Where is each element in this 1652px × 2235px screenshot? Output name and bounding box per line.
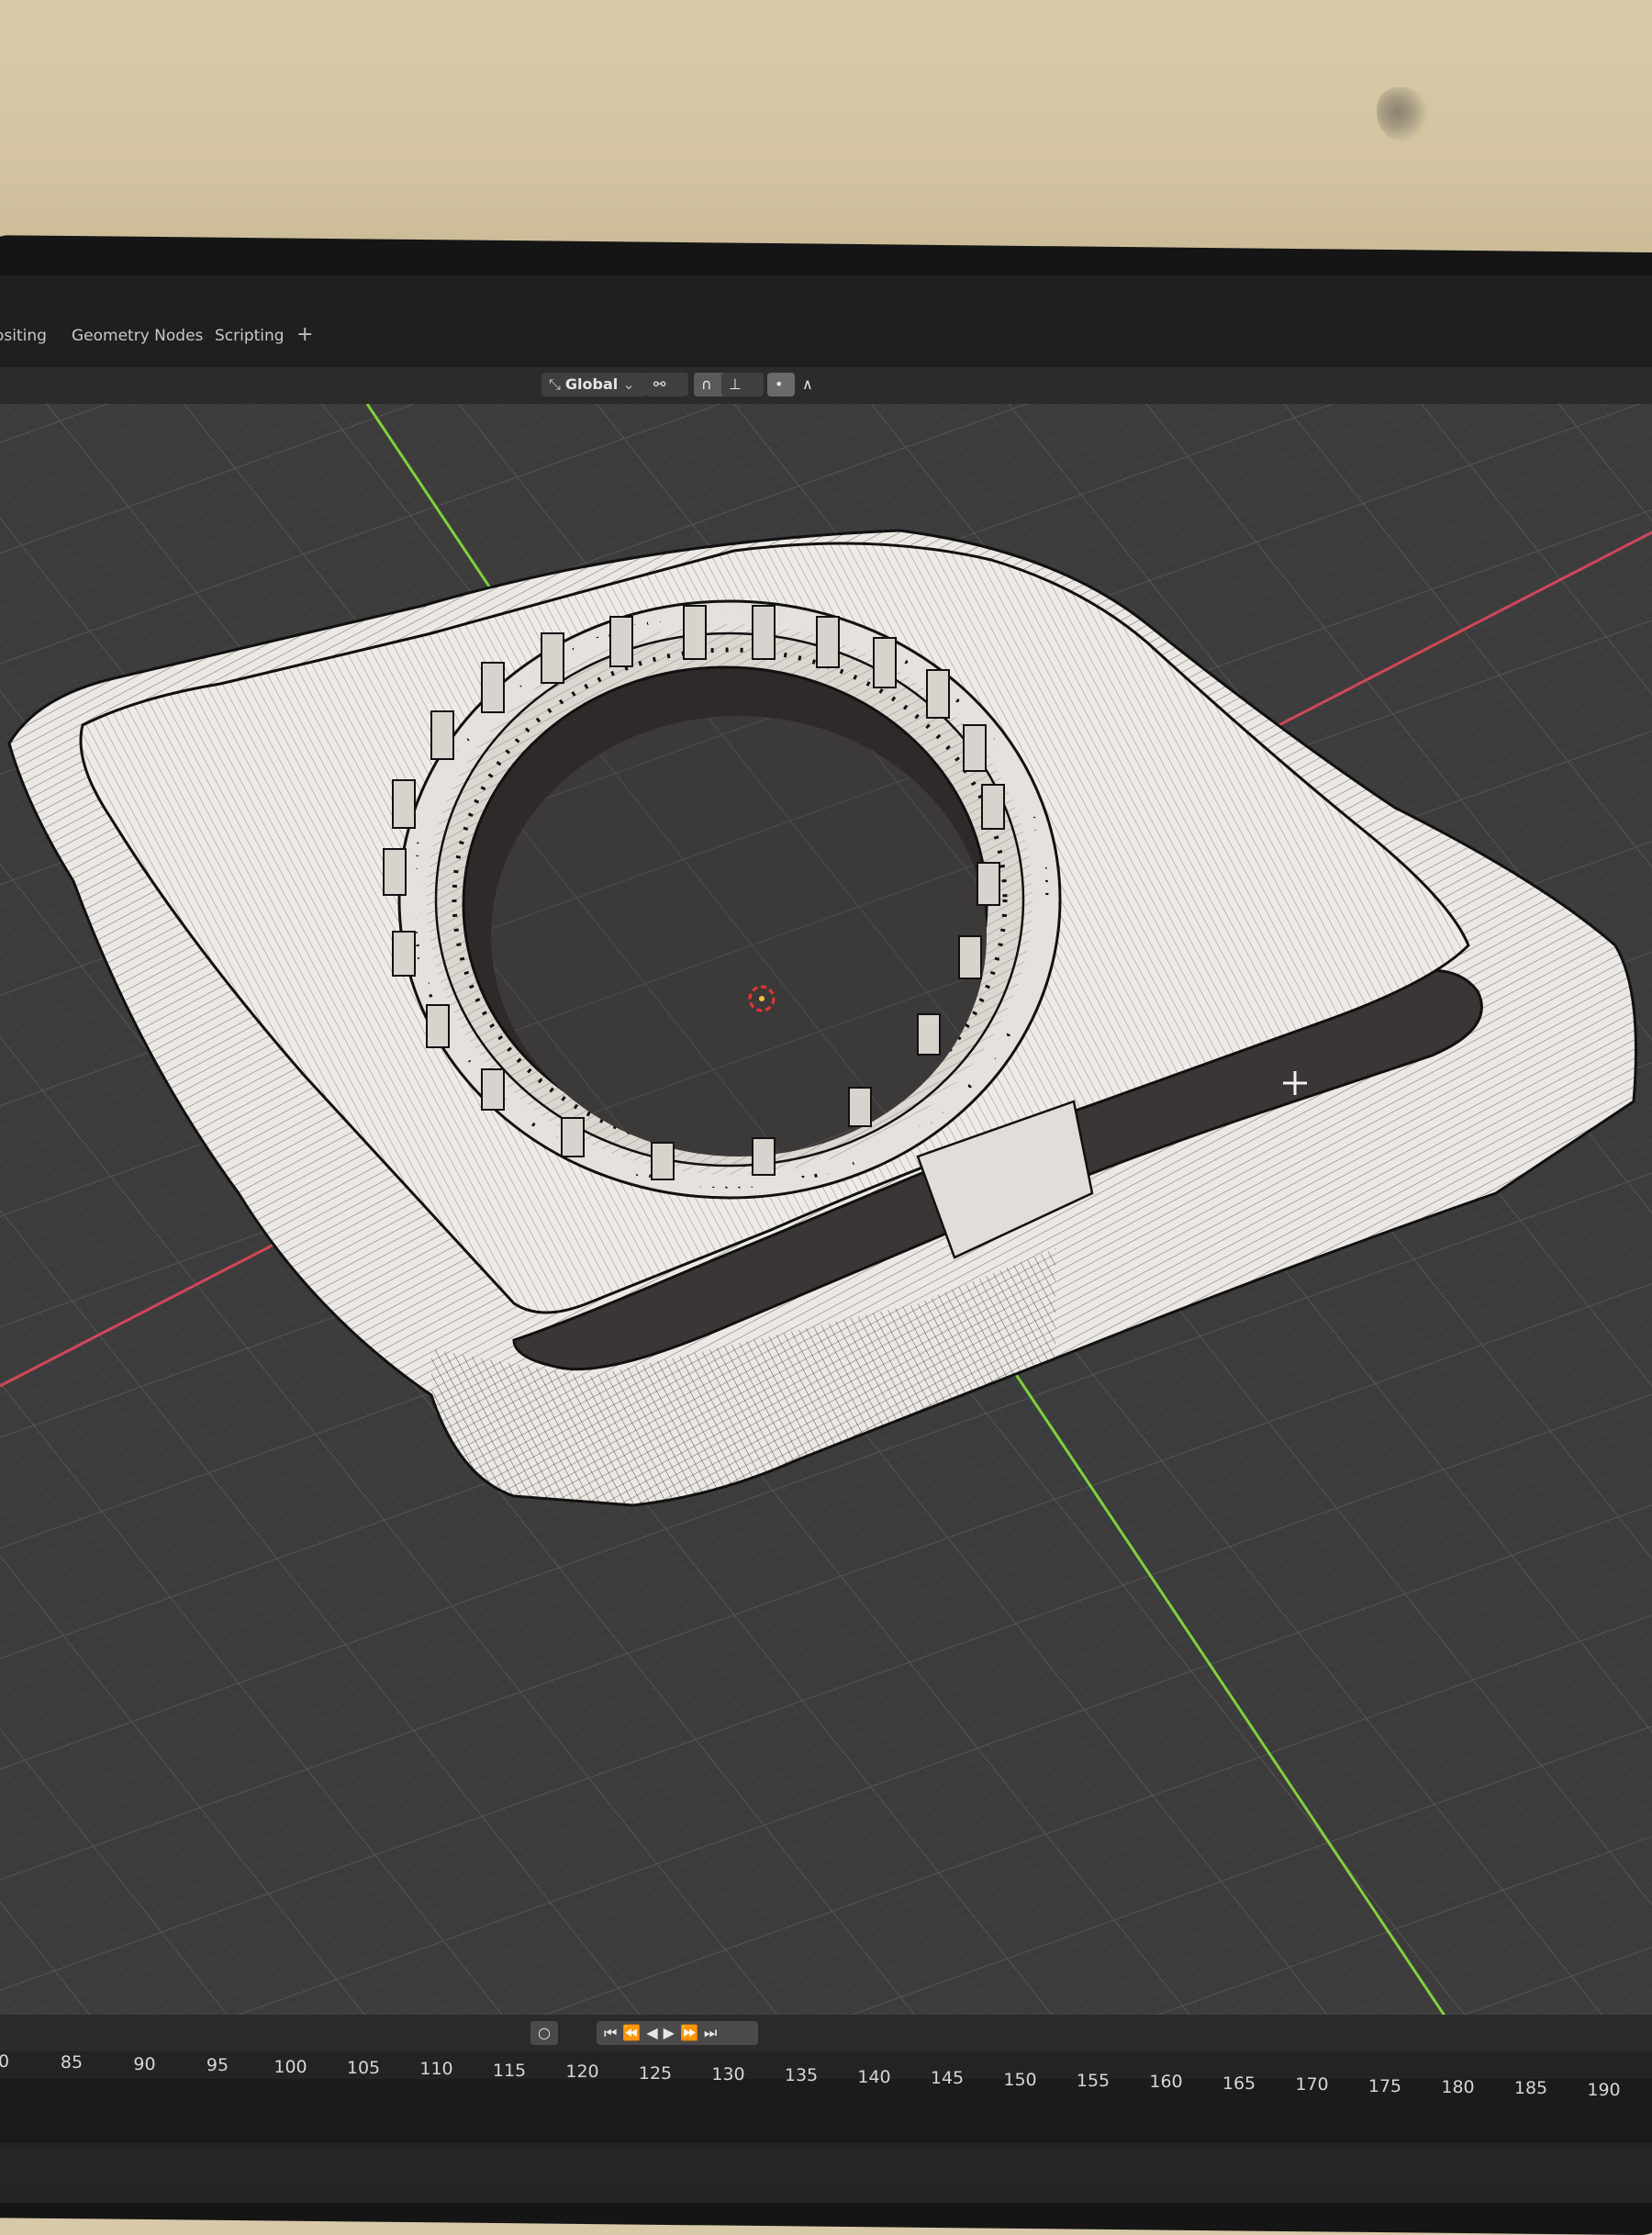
timeline-frame-label: 170	[1295, 2074, 1329, 2095]
timeline-frame-label: 155	[1076, 2071, 1111, 2091]
transform-orientation-icon: ⤡	[549, 375, 561, 393]
timeline-frame-label: 115	[492, 2060, 527, 2081]
jump-to-end-icon[interactable]: ⏭	[704, 2024, 722, 2041]
timeline-scrollbar[interactable]	[0, 2148, 1652, 2185]
timeline-playback-bar	[0, 2015, 1652, 2051]
blender-window: ositing Geometry Nodes Scripting + ⤡ Glo…	[0, 275, 1652, 2203]
proportional-edit-icon: •	[775, 375, 784, 393]
orientation-dropdown[interactable]: ⤡ Global ⌄	[541, 373, 648, 397]
tab-scripting[interactable]: Scripting	[215, 327, 285, 345]
3d-viewport[interactable]	[0, 404, 1652, 2019]
timeline-frame-label: 95	[206, 2055, 229, 2076]
timeline-frame-label: 120	[565, 2062, 599, 2083]
snap-mode-dropdown[interactable]: ⊥	[721, 373, 764, 397]
jump-to-start-icon[interactable]: ⏮	[604, 2024, 622, 2041]
timeline-frame-label: 145	[930, 2068, 965, 2089]
timeline-frame-label: 0	[0, 2051, 10, 2072]
next-keyframe-icon[interactable]: ⏩	[680, 2024, 704, 2041]
timeline-frame-label: 180	[1441, 2077, 1475, 2097]
chevron-down-icon: ⌄	[622, 375, 635, 393]
timeline-frame-label: 105	[346, 2058, 381, 2078]
timeline-frame-label: 85	[60, 2052, 84, 2073]
play-reverse-icon[interactable]: ◀	[646, 2024, 663, 2041]
play-icon[interactable]: ▶	[664, 2024, 680, 2041]
timeline-frame-label: 165	[1222, 2073, 1256, 2094]
workspace-tab-bar	[0, 275, 1652, 367]
add-workspace-button[interactable]: +	[296, 323, 313, 346]
tab-geometry-nodes[interactable]: Geometry Nodes	[72, 327, 203, 345]
timeline-frame-label: 175	[1367, 2075, 1402, 2096]
timeline-frame-label: 150	[1003, 2069, 1037, 2090]
record-icon: ○	[538, 2024, 551, 2041]
playback-controls: ⏮⏪◀▶⏩⏭	[597, 2021, 758, 2045]
timeline-frame-label: 110	[419, 2059, 453, 2080]
orientation-label: Global	[564, 375, 619, 393]
tab-compositing[interactable]: ositing	[0, 327, 47, 345]
proportional-edit-toggle[interactable]: •	[767, 373, 795, 397]
magnet-icon: ∩	[701, 375, 712, 393]
timeline-frame-label: 90	[133, 2053, 156, 2074]
pivot-point-dropdown[interactable]: ⚯	[646, 373, 688, 397]
timeline-frame-label: 125	[638, 2062, 673, 2084]
record-button[interactable]: ○	[530, 2021, 558, 2045]
previous-keyframe-icon[interactable]: ⏪	[622, 2024, 646, 2041]
link-icon: ⚯	[653, 375, 666, 393]
mesh-ring-hole-grid	[491, 716, 987, 1157]
falloff-curve-icon: ∧	[802, 375, 813, 393]
timeline-frame-label: 130	[711, 2064, 745, 2084]
timeline-frame-label: 185	[1513, 2078, 1548, 2099]
timeline-frame-label: 160	[1149, 2072, 1183, 2093]
timeline-frame-label: 100	[273, 2056, 307, 2077]
timeline-frame-label: 135	[784, 2065, 819, 2086]
timeline-track[interactable]	[0, 2079, 1652, 2143]
snap-increment-icon: ⊥	[729, 375, 742, 393]
timeline-frame-label: 190	[1587, 2079, 1621, 2100]
falloff-dropdown[interactable]: ∧	[795, 373, 832, 397]
timeline-frame-label: 140	[857, 2066, 891, 2087]
